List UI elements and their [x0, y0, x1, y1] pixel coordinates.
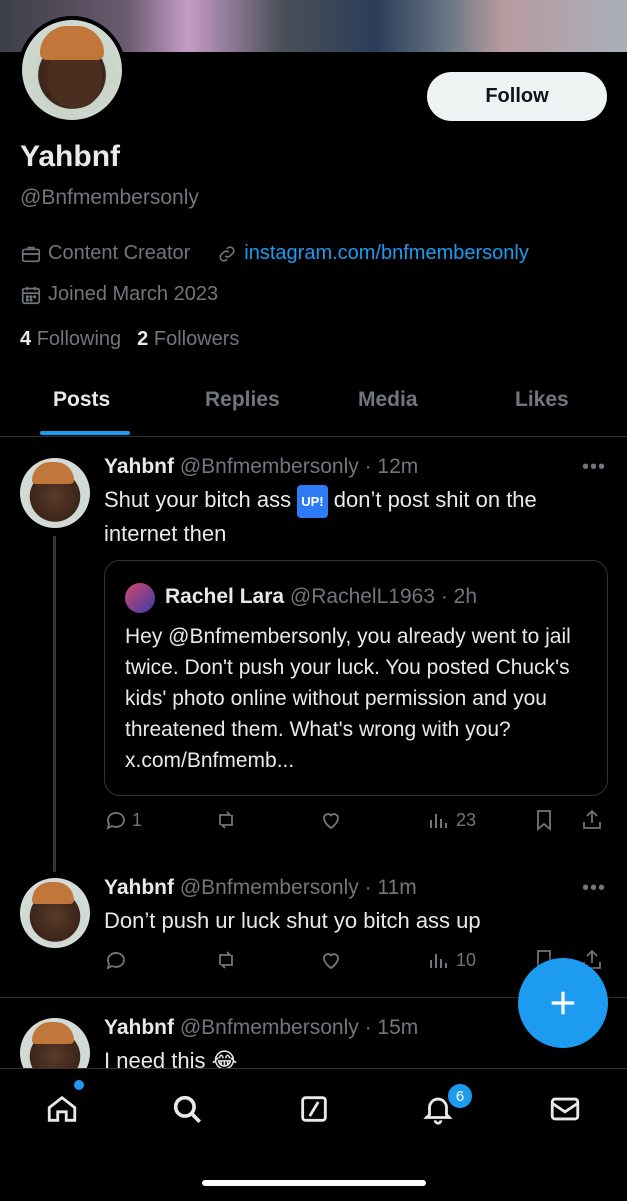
home-indicator[interactable] — [202, 1180, 426, 1186]
post-author[interactable]: Yahbnf — [104, 876, 174, 899]
post-handle: @Bnfmembersonly — [179, 455, 359, 478]
tab-likes[interactable]: Likes — [515, 388, 569, 412]
profile-joined: Joined March 2023 — [48, 283, 219, 305]
views-icon — [430, 954, 447, 968]
post-text: Don’t push ur luck shut yo bitch ass up — [104, 908, 481, 933]
like-button[interactable] — [319, 948, 343, 972]
heart-icon — [323, 813, 339, 830]
link-icon — [219, 245, 235, 262]
post-time: · 11m — [364, 876, 417, 899]
grok-icon — [301, 1096, 327, 1122]
nav-messages[interactable] — [545, 1089, 585, 1129]
post-author[interactable]: Yahbnf — [104, 1016, 174, 1039]
like-button[interactable] — [319, 808, 343, 832]
calendar-icon — [21, 286, 41, 304]
following-link[interactable]: 4 Following — [20, 328, 121, 351]
reply-count: 1 — [132, 809, 143, 830]
views-button[interactable]: 10 — [426, 948, 476, 972]
tab-media[interactable]: Media — [358, 388, 418, 412]
profile-name: Yahbnf — [20, 140, 121, 173]
search-icon — [173, 1095, 202, 1124]
share-icon — [583, 809, 601, 829]
share-button[interactable] — [580, 808, 604, 832]
up-emoji-icon: UP! — [297, 484, 328, 518]
profile-counts: 4 Following 2 Followers — [20, 328, 239, 351]
profile-avatar[interactable] — [18, 16, 126, 124]
plus-icon — [551, 991, 575, 1015]
nav-home[interactable] — [42, 1089, 82, 1129]
home-icon — [47, 1095, 77, 1122]
avatar[interactable] — [20, 458, 90, 528]
repost-button[interactable] — [214, 808, 238, 832]
follow-button[interactable]: Follow — [427, 72, 607, 121]
views-count: 23 — [456, 809, 477, 830]
post-handle: @Bnfmembersonly — [179, 876, 359, 899]
quote-author: Rachel Lara — [165, 585, 285, 608]
profile-joined-row: Joined March 2023 — [20, 283, 218, 306]
compose-button[interactable] — [518, 958, 608, 1048]
bookmark-button[interactable] — [532, 808, 556, 832]
reply-icon — [106, 952, 125, 970]
more-options-icon[interactable]: ••• — [582, 456, 606, 479]
bookmark-icon — [537, 810, 551, 831]
reply-button[interactable]: 1 — [104, 808, 142, 832]
quote-text: Hey @Bnfmembersonly, you already went to… — [125, 625, 571, 772]
home-unread-dot — [72, 1078, 86, 1092]
nav-grok[interactable] — [294, 1089, 334, 1129]
briefcase-icon — [21, 246, 41, 262]
post-time: · 15m — [364, 1016, 419, 1039]
post-actions: 1 23 — [104, 808, 609, 838]
post-header: Yahbnf @Bnfmembersonly · 11m — [104, 876, 417, 900]
repost-button[interactable] — [214, 948, 238, 972]
post-text: Shut your bitch ass UP! don’t post shit … — [104, 484, 604, 549]
nav-search[interactable] — [167, 1089, 207, 1129]
profile-handle: @Bnfmembersonly — [20, 186, 199, 209]
avatar[interactable] — [20, 878, 90, 948]
post-time: · 12m — [364, 455, 419, 478]
profile-category: Content Creator — [48, 242, 191, 264]
post-header: Yahbnf @Bnfmembersonly · 15m — [104, 1016, 418, 1040]
quote-header: Rachel Lara @RachelL1963 · 2h — [165, 585, 477, 609]
mail-icon — [550, 1097, 580, 1121]
views-icon — [430, 814, 447, 828]
more-options-icon[interactable]: ••• — [582, 877, 606, 900]
notification-badge: 6 — [446, 1082, 474, 1110]
post-header: Yahbnf @Bnfmembersonly · 12m — [104, 455, 418, 479]
quoted-post[interactable]: Rachel Lara @RachelL1963 · 2h Hey @Bnfme… — [104, 560, 608, 796]
repost-icon — [219, 811, 233, 829]
tab-posts[interactable]: Posts — [53, 388, 110, 412]
post-handle: @Bnfmembersonly — [179, 1016, 359, 1039]
followers-link[interactable]: 2 Followers — [137, 328, 239, 351]
heart-icon — [323, 953, 339, 970]
quote-time: · 2h — [440, 585, 478, 608]
repost-icon — [219, 951, 233, 969]
reply-button[interactable] — [104, 948, 128, 972]
reply-icon — [106, 812, 125, 830]
quote-handle: @RachelL1963 — [289, 585, 435, 608]
tab-replies[interactable]: Replies — [205, 388, 280, 412]
views-count: 10 — [456, 949, 477, 970]
thread-line — [53, 536, 56, 872]
profile-meta-row: Content Creator instagram.com/bnfmembers… — [20, 242, 529, 265]
quote-avatar — [125, 583, 155, 613]
active-tab-indicator — [40, 431, 130, 435]
profile-tabs: Posts Replies Media Likes — [0, 380, 627, 437]
views-button[interactable]: 23 — [426, 808, 476, 832]
post-author[interactable]: Yahbnf — [104, 455, 174, 478]
profile-website-link[interactable]: instagram.com/bnfmembersonly — [244, 242, 529, 265]
